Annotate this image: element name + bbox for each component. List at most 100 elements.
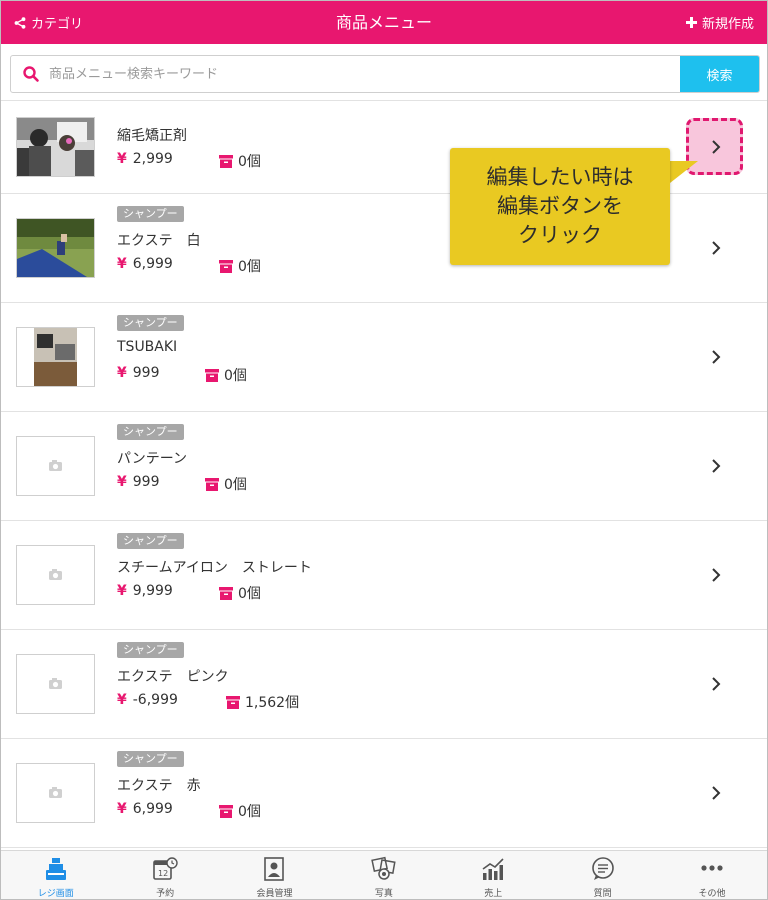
product-price: ¥2,999: [117, 151, 173, 167]
chevron-right-icon[interactable]: [707, 675, 725, 693]
chevron-right-icon[interactable]: [707, 784, 725, 802]
stock-value: 0個: [224, 477, 247, 493]
callout-line: クリック: [518, 223, 602, 247]
product-thumbnail: [16, 327, 95, 387]
yen-sign: ¥: [117, 801, 127, 817]
app-header: カテゴリ 商品メニュー 新規作成: [1, 1, 767, 44]
category-badge: シャンプー: [117, 206, 184, 222]
chevron-right-icon[interactable]: [707, 457, 725, 475]
tab-label: レジ画面: [37, 889, 74, 899]
product-thumbnail: [16, 117, 95, 177]
chat-icon: [591, 857, 614, 880]
product-price: ¥999: [117, 474, 159, 490]
callout-line: 編集ボタンを: [497, 194, 623, 218]
tab-label: 売上: [484, 889, 503, 899]
box-icon: [219, 259, 233, 273]
camera-icon: [49, 787, 62, 798]
category-badge: シャンプー: [117, 315, 184, 331]
product-price: ¥6,999: [117, 256, 173, 272]
calendar-icon: 12: [153, 857, 178, 880]
chevron-right-icon[interactable]: [707, 239, 725, 257]
product-price: ¥ -6,999: [117, 692, 178, 708]
product-price: ¥999: [117, 365, 159, 381]
product-thumbnail-placeholder: [16, 763, 95, 823]
tab-label: その他: [698, 889, 726, 899]
price-value: 9,999: [132, 583, 173, 599]
list-item[interactable]: シャンプー スチームアイロン ストレート ¥9,999 0個: [1, 521, 767, 630]
product-name: エクステ 赤: [117, 778, 201, 794]
list-item[interactable]: シャンプー エクステ ピンク ¥ -6,999 1,562個: [1, 630, 767, 739]
product-stock: 0個: [219, 256, 261, 276]
product-name: スチームアイロン ストレート: [117, 560, 312, 576]
price-value: 2,999: [132, 151, 173, 167]
callout-line: 編集したい時は: [486, 165, 634, 189]
register-icon: [45, 858, 66, 880]
product-stock: 0個: [205, 474, 247, 494]
product-name: パンテーン: [117, 451, 187, 467]
member-icon: [264, 857, 285, 881]
search-input[interactable]: [47, 56, 681, 92]
product-stock: 0個: [205, 365, 247, 385]
list-item[interactable]: シャンプー TSUBAKI ¥999 0個: [1, 303, 767, 412]
product-name: TSUBAKI: [117, 339, 178, 355]
tab-label: 会員管理: [256, 889, 293, 899]
chevron-right-icon[interactable]: [707, 566, 725, 584]
page-title: 商品メニュー: [335, 13, 432, 32]
tab-label: 質問: [593, 889, 612, 899]
tab-label: 予約: [156, 889, 175, 899]
bottom-tab-bar: レジ画面 12 予約 会員管理 写真 売上 質問 その他: [1, 850, 767, 899]
yen-sign: ¥: [117, 474, 127, 490]
product-name: エクステ ピンク: [117, 669, 229, 685]
search-bar: 検索: [10, 55, 760, 93]
product-stock: 0個: [219, 151, 261, 171]
category-badge: シャンプー: [117, 751, 184, 767]
list-item[interactable]: シャンプー エクステ 赤 ¥6,999 0個: [1, 739, 767, 848]
yen-sign: ¥: [117, 151, 127, 167]
tab-questions[interactable]: 質問: [548, 851, 657, 899]
plus-icon: [685, 17, 697, 28]
stock-value: 0個: [238, 586, 261, 602]
yen-sign: ¥: [117, 692, 127, 708]
product-name: 縮毛矯正剤: [117, 128, 187, 144]
more-icon: [701, 865, 723, 871]
tutorial-callout: 編集したい時は 編集ボタンを クリック: [450, 148, 670, 265]
stock-value: 0個: [238, 804, 261, 820]
yen-sign: ¥: [117, 256, 127, 272]
price-value: 6,999: [132, 801, 173, 817]
tab-more[interactable]: その他: [657, 851, 766, 899]
yen-sign: ¥: [117, 583, 127, 599]
product-name: エクステ 白: [117, 233, 201, 249]
category-badge: シャンプー: [117, 533, 184, 549]
search-button[interactable]: 検索: [680, 56, 759, 92]
chevron-right-icon[interactable]: [707, 348, 725, 366]
category-badge: シャンプー: [117, 642, 184, 658]
new-item-button[interactable]: 新規作成: [685, 1, 754, 44]
product-thumbnail: [16, 218, 95, 278]
app-frame: カテゴリ 商品メニュー 新規作成 検索: [0, 0, 768, 900]
box-icon: [205, 368, 219, 382]
stock-value: 0個: [238, 259, 261, 275]
new-item-label: 新規作成: [701, 17, 754, 32]
product-price: ¥6,999: [117, 801, 173, 817]
product-price: ¥9,999: [117, 583, 173, 599]
camera-icon: [49, 569, 62, 580]
tab-sales[interactable]: 売上: [439, 851, 548, 899]
camera-icon: [49, 460, 62, 471]
svg-text:12: 12: [158, 869, 168, 878]
tab-members[interactable]: 会員管理: [220, 851, 329, 899]
tab-photos[interactable]: 写真: [329, 851, 438, 899]
product-thumbnail-placeholder: [16, 545, 95, 605]
box-icon: [219, 586, 233, 600]
stock-value: 0個: [238, 154, 261, 170]
product-stock: 1,562個: [226, 692, 299, 712]
box-icon: [226, 695, 240, 709]
price-value: 999: [132, 474, 160, 490]
product-stock: 0個: [219, 583, 261, 603]
tab-reservation[interactable]: 12 予約: [110, 851, 219, 899]
tab-register[interactable]: レジ画面: [1, 851, 110, 899]
price-value: 999: [132, 365, 160, 381]
stock-value: 0個: [224, 368, 247, 384]
camera-icon: [49, 678, 62, 689]
category-badge: シャンプー: [117, 424, 184, 440]
list-item[interactable]: シャンプー パンテーン ¥999 0個: [1, 412, 767, 521]
